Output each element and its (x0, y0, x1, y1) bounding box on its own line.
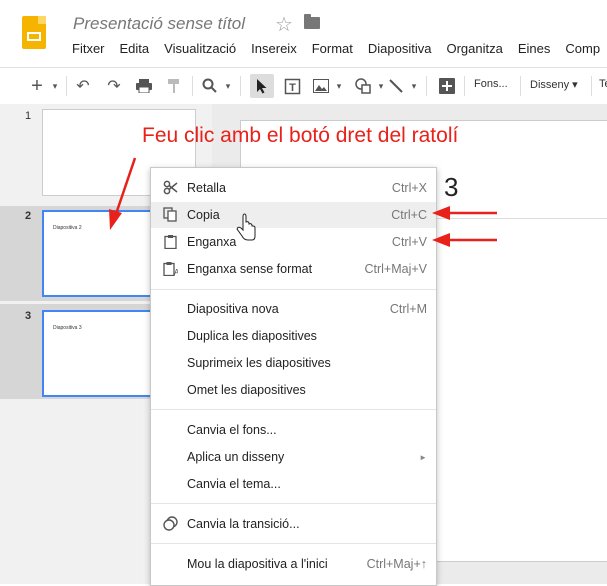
annotation-arrows (109, 157, 497, 247)
arrow-to-slide-2 (109, 157, 137, 230)
arrow-to-copy-shortcut (432, 206, 497, 220)
arrow-to-paste-shortcut (432, 233, 497, 247)
hand-cursor-icon (236, 213, 256, 241)
